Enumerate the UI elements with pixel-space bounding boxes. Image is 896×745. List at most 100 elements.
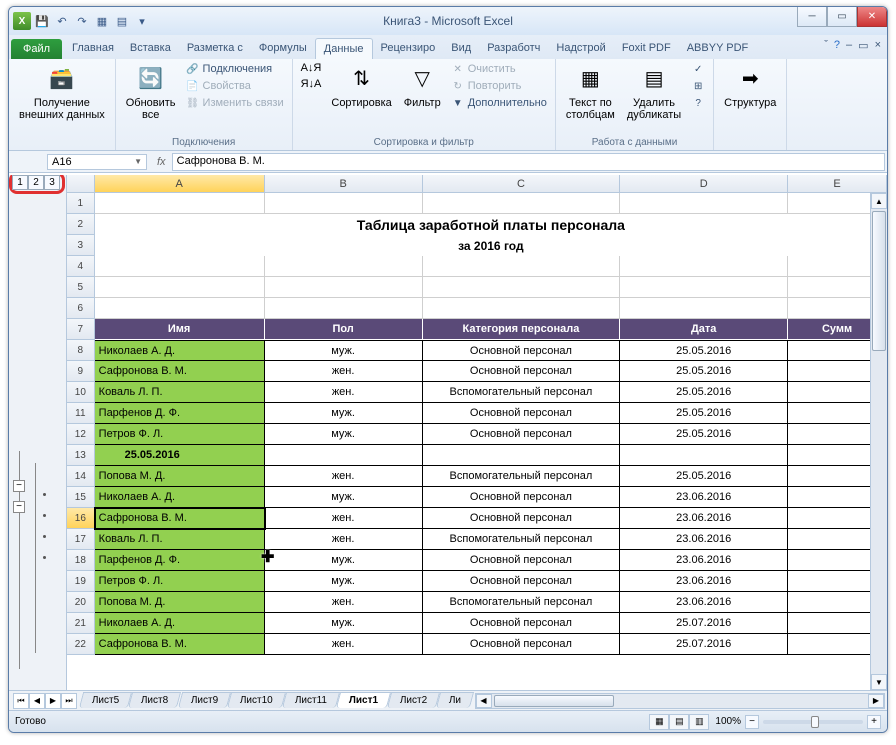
row-header[interactable]: 8 [67,340,95,361]
clear-filter-button[interactable]: ✕Очистить [449,61,549,77]
scroll-up-button[interactable]: ▲ [871,193,887,209]
cell[interactable] [423,298,621,319]
name-box[interactable]: A16▼ [47,154,147,170]
sheet-tab[interactable]: Лист8 [128,692,182,708]
row-header[interactable]: 7 [67,319,95,340]
name-cell[interactable]: Сафронова В. М. [95,508,265,529]
data-validation-button[interactable]: ✓ [689,61,707,77]
edit-links-button[interactable]: ⛓Изменить связи [184,95,286,111]
name-cell[interactable]: Петров Ф. Л. [95,571,265,592]
col-header-A[interactable]: A [95,175,265,192]
category-cell[interactable]: Основной персонал [423,634,621,655]
row-header[interactable]: 10 [67,382,95,403]
category-cell[interactable]: Вспомогательный персонал [423,529,621,550]
sort-button[interactable]: ⇅ Сортировка [327,61,395,111]
row-header[interactable]: 2 [67,214,95,235]
row-header[interactable]: 15 [67,487,95,508]
category-cell[interactable]: Основной персонал [423,487,621,508]
formula-input[interactable]: Сафронова В. М. [172,153,885,171]
outline-level-2[interactable]: 2 [28,175,44,190]
category-cell[interactable]: Вспомогательный персонал [423,466,621,487]
qat-save[interactable]: 💾 [33,12,51,30]
vertical-scrollbar[interactable]: ▲ ▼ [870,193,887,690]
get-external-data-button[interactable]: 🗃️ Получение внешних данных [15,61,109,123]
outline-collapse-1[interactable]: − [13,501,25,513]
sex-cell[interactable] [265,445,423,466]
cell[interactable] [95,256,265,277]
cell[interactable] [95,298,265,319]
cell[interactable] [265,298,423,319]
sheet-tab[interactable]: Лист9 [177,692,231,708]
sex-cell[interactable]: муж. [265,550,423,571]
sheet-tab[interactable]: Лист1 [336,692,391,708]
sheet-tab[interactable]: Лист11 [282,692,340,708]
ribbon-tab-7[interactable]: Разработч [479,38,548,59]
select-all-corner[interactable] [67,175,95,192]
category-cell[interactable]: Основной персонал [423,361,621,382]
row-header[interactable]: 19 [67,571,95,592]
sex-cell[interactable]: жен. [265,382,423,403]
row-header[interactable]: 14 [67,466,95,487]
vscroll-thumb[interactable] [872,211,886,351]
ribbon-tab-9[interactable]: Foxit PDF [614,38,679,59]
sheet-tab[interactable]: Лист10 [227,692,286,708]
filter-button[interactable]: ▽ Фильтр [400,61,445,111]
close-button[interactable]: ✕ [857,7,887,27]
name-cell[interactable]: Сафронова В. М. [95,634,265,655]
text-to-columns-button[interactable]: ▦ Текст по столбцам [562,61,619,123]
file-tab[interactable]: Файл [11,39,62,59]
zoom-in-button[interactable]: + [867,715,881,729]
row-header[interactable]: 21 [67,613,95,634]
date-cell[interactable]: 25.05.2016 [620,466,788,487]
cell[interactable] [423,193,621,214]
qat-btn2[interactable]: ▤ [113,12,131,30]
name-cell[interactable]: 25.05.2016 [95,445,265,466]
sex-cell[interactable]: муж. [265,340,423,361]
sex-cell[interactable]: жен. [265,466,423,487]
name-cell[interactable]: Коваль Л. П. [95,382,265,403]
cell[interactable] [95,277,265,298]
outline-level-3[interactable]: 3 [44,175,60,190]
cell[interactable] [620,277,788,298]
whatif-button[interactable]: ? [689,95,707,111]
reapply-button[interactable]: ↻Повторить [449,78,549,94]
ribbon-tab-1[interactable]: Вставка [122,38,179,59]
ribbon-tab-4[interactable]: Данные [315,38,373,59]
category-cell[interactable]: Основной персонал [423,613,621,634]
connections-button[interactable]: 🔗Подключения [184,61,286,77]
category-cell[interactable]: Основной персонал [423,424,621,445]
category-cell[interactable]: Основной персонал [423,403,621,424]
cell[interactable] [620,256,788,277]
ribbon-tab-5[interactable]: Рецензиро [373,38,444,59]
row-header[interactable]: 12 [67,424,95,445]
row-header[interactable]: 11 [67,403,95,424]
sex-cell[interactable]: жен. [265,361,423,382]
workbook-restore-icon[interactable]: ▭ [858,39,868,52]
tab-nav-next[interactable]: ▶ [45,693,61,709]
date-cell[interactable]: 25.07.2016 [620,634,788,655]
outline-collapse-2[interactable]: − [13,480,25,492]
date-cell[interactable]: 23.06.2016 [620,529,788,550]
date-cell[interactable]: 23.06.2016 [620,592,788,613]
row-header[interactable]: 13 [67,445,95,466]
scroll-down-button[interactable]: ▼ [871,674,887,690]
category-cell[interactable]: Основной персонал [423,571,621,592]
consolidate-button[interactable]: ⊞ [689,78,707,94]
qat-redo[interactable]: ↷ [73,12,91,30]
sex-cell[interactable]: жен. [265,592,423,613]
date-cell[interactable]: 23.06.2016 [620,550,788,571]
cell[interactable] [265,193,423,214]
cell[interactable] [620,298,788,319]
namebox-dropdown-icon[interactable]: ▼ [134,157,142,166]
cell[interactable] [620,193,788,214]
view-normal-button[interactable]: ▦ [649,714,669,730]
ribbon-tab-3[interactable]: Формулы [251,38,315,59]
row-header[interactable]: 20 [67,592,95,613]
ribbon-tab-10[interactable]: ABBYY PDF [679,38,757,59]
hscroll-left[interactable]: ◀ [476,694,492,708]
name-cell[interactable]: Николаев А. Д. [95,487,265,508]
properties-button[interactable]: 📄Свойства [184,78,286,94]
sex-cell[interactable]: муж. [265,403,423,424]
name-cell[interactable]: Коваль Л. П. [95,529,265,550]
date-cell[interactable]: 23.06.2016 [620,571,788,592]
